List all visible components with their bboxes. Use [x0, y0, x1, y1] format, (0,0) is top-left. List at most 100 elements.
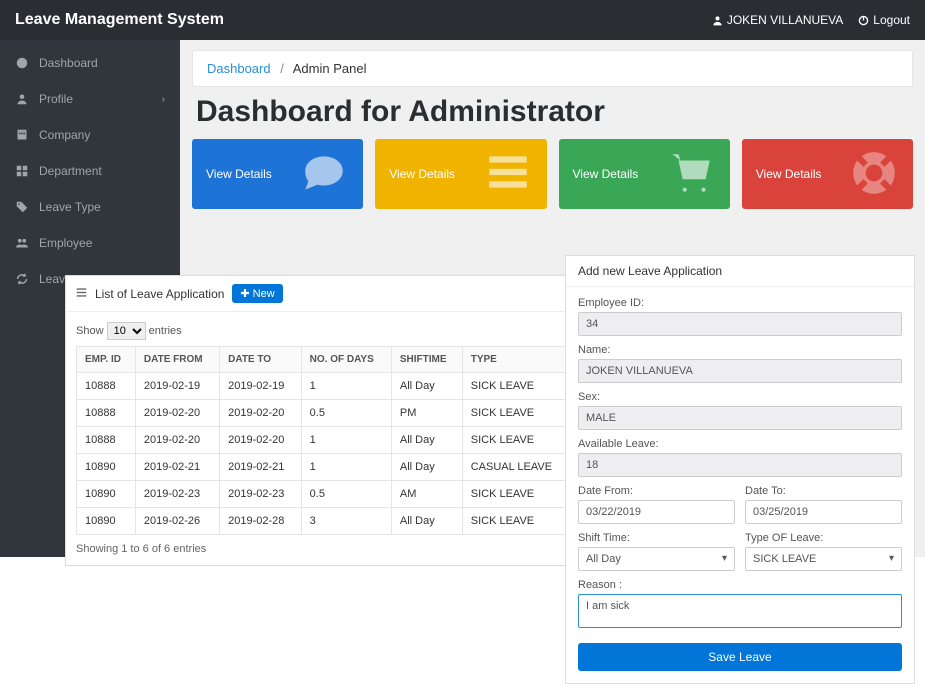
plus-icon: ✚ — [240, 287, 249, 300]
table-cell: CASUAL LEAVE — [462, 454, 571, 481]
table-cell: 2019-02-28 — [220, 508, 302, 535]
sidebar-item-employee[interactable]: Employee — [0, 225, 180, 261]
table-header[interactable]: SHIFTIME — [391, 347, 462, 373]
table-cell: All Day — [391, 427, 462, 454]
table-cell: 2019-02-19 — [220, 373, 302, 400]
table-cell: 0.5 — [301, 400, 391, 427]
table-cell: 2019-02-19 — [135, 373, 219, 400]
list-panel-title: List of Leave Application — [95, 287, 224, 301]
tag-icon — [15, 201, 29, 213]
table-cell: 3 — [301, 508, 391, 535]
table-cell: 10888 — [77, 400, 136, 427]
table-cell: SICK LEAVE — [462, 508, 571, 535]
card-blue[interactable]: View Details — [192, 139, 363, 209]
table-cell: 2019-02-20 — [220, 400, 302, 427]
entries-select[interactable]: 10 — [107, 322, 146, 340]
table-cell: 1 — [301, 373, 391, 400]
leave-form-panel: Add new Leave Application Employee ID: N… — [565, 255, 915, 684]
date-to-field[interactable] — [745, 500, 902, 524]
table-cell: SICK LEAVE — [462, 481, 571, 508]
save-leave-button[interactable]: Save Leave — [578, 643, 902, 671]
list-icon-small — [76, 287, 87, 301]
table-cell: 2019-02-20 — [220, 427, 302, 454]
dashboard-icon — [15, 57, 29, 69]
reason-textarea[interactable] — [578, 594, 902, 628]
label-avail: Available Leave: — [578, 438, 902, 450]
table-cell: All Day — [391, 508, 462, 535]
sidebar-item-profile[interactable]: Profile › — [0, 81, 180, 117]
table-cell: All Day — [391, 454, 462, 481]
user-icon — [712, 15, 723, 26]
table-cell: 2019-02-20 — [135, 400, 219, 427]
grid-icon — [15, 165, 29, 177]
table-cell: 2019-02-21 — [220, 454, 302, 481]
users-icon — [15, 237, 29, 249]
sidebar-label: Leave Type — [39, 200, 101, 214]
table-cell: SICK LEAVE — [462, 427, 571, 454]
label-type: Type OF Leave: — [745, 532, 902, 544]
page-title: Dashboard for Administrator — [196, 95, 913, 129]
lifebuoy-icon — [849, 148, 899, 201]
table-header[interactable]: EMP. ID — [77, 347, 136, 373]
brand-title: Leave Management System — [15, 11, 224, 29]
card-label: View Details — [573, 167, 639, 181]
username-link[interactable]: JOKEN VILLANUEVA — [712, 13, 843, 27]
user-area: JOKEN VILLANUEVA Logout — [712, 13, 910, 27]
label-reason: Reason : — [578, 579, 902, 591]
dashboard-cards: View Details View Details View Details V… — [192, 139, 913, 209]
table-cell: 1 — [301, 454, 391, 481]
table-header[interactable]: DATE FROM — [135, 347, 219, 373]
table-cell: 2019-02-20 — [135, 427, 219, 454]
breadcrumb-sep: / — [280, 61, 284, 76]
power-icon — [858, 15, 869, 26]
table-cell: 10890 — [77, 481, 136, 508]
sidebar-item-leave-type[interactable]: Leave Type — [0, 189, 180, 225]
label-date-from: Date From: — [578, 485, 735, 497]
date-from-field[interactable] — [578, 500, 735, 524]
table-header[interactable]: NO. OF DAYS — [301, 347, 391, 373]
new-button[interactable]: ✚ New — [232, 284, 282, 303]
table-cell: 2019-02-23 — [135, 481, 219, 508]
card-label: View Details — [206, 167, 272, 181]
table-cell: 2019-02-26 — [135, 508, 219, 535]
breadcrumb-current: Admin Panel — [293, 61, 367, 76]
table-cell: SICK LEAVE — [462, 373, 571, 400]
label-name: Name: — [578, 344, 902, 356]
card-label: View Details — [389, 167, 455, 181]
logout-link[interactable]: Logout — [858, 13, 910, 27]
table-cell: 0.5 — [301, 481, 391, 508]
sidebar-label: Profile — [39, 92, 73, 106]
sidebar-label: Employee — [39, 236, 92, 250]
table-header[interactable]: TYPE — [462, 347, 571, 373]
sidebar-item-dashboard[interactable]: Dashboard — [0, 45, 180, 81]
table-cell: AM — [391, 481, 462, 508]
breadcrumb: Dashboard / Admin Panel — [192, 50, 913, 87]
main-content: Dashboard / Admin Panel Dashboard for Ad… — [180, 40, 925, 557]
name-field[interactable] — [578, 359, 902, 383]
table-cell: All Day — [391, 373, 462, 400]
emp-id-field[interactable] — [578, 312, 902, 336]
sidebar-label: Department — [39, 164, 102, 178]
table-cell: 2019-02-23 — [220, 481, 302, 508]
chevron-right-icon: › — [162, 94, 165, 105]
card-label: View Details — [756, 167, 822, 181]
available-leave-field[interactable] — [578, 453, 902, 477]
table-cell: 10890 — [77, 508, 136, 535]
sex-field[interactable] — [578, 406, 902, 430]
list-icon — [483, 148, 533, 201]
sidebar-item-department[interactable]: Department — [0, 153, 180, 189]
card-yellow[interactable]: View Details — [375, 139, 546, 209]
card-green[interactable]: View Details — [559, 139, 730, 209]
leave-type-select[interactable] — [745, 547, 902, 571]
app-header: Leave Management System JOKEN VILLANUEVA… — [0, 0, 925, 40]
sidebar-item-company[interactable]: Company — [0, 117, 180, 153]
card-red[interactable]: View Details — [742, 139, 913, 209]
table-cell: 1 — [301, 427, 391, 454]
table-header[interactable]: DATE TO — [220, 347, 302, 373]
table-cell: 10888 — [77, 373, 136, 400]
sidebar-label: Company — [39, 128, 90, 142]
table-cell: PM — [391, 400, 462, 427]
breadcrumb-link[interactable]: Dashboard — [207, 61, 271, 76]
shift-time-select[interactable] — [578, 547, 735, 571]
sidebar-label: Dashboard — [39, 56, 98, 70]
